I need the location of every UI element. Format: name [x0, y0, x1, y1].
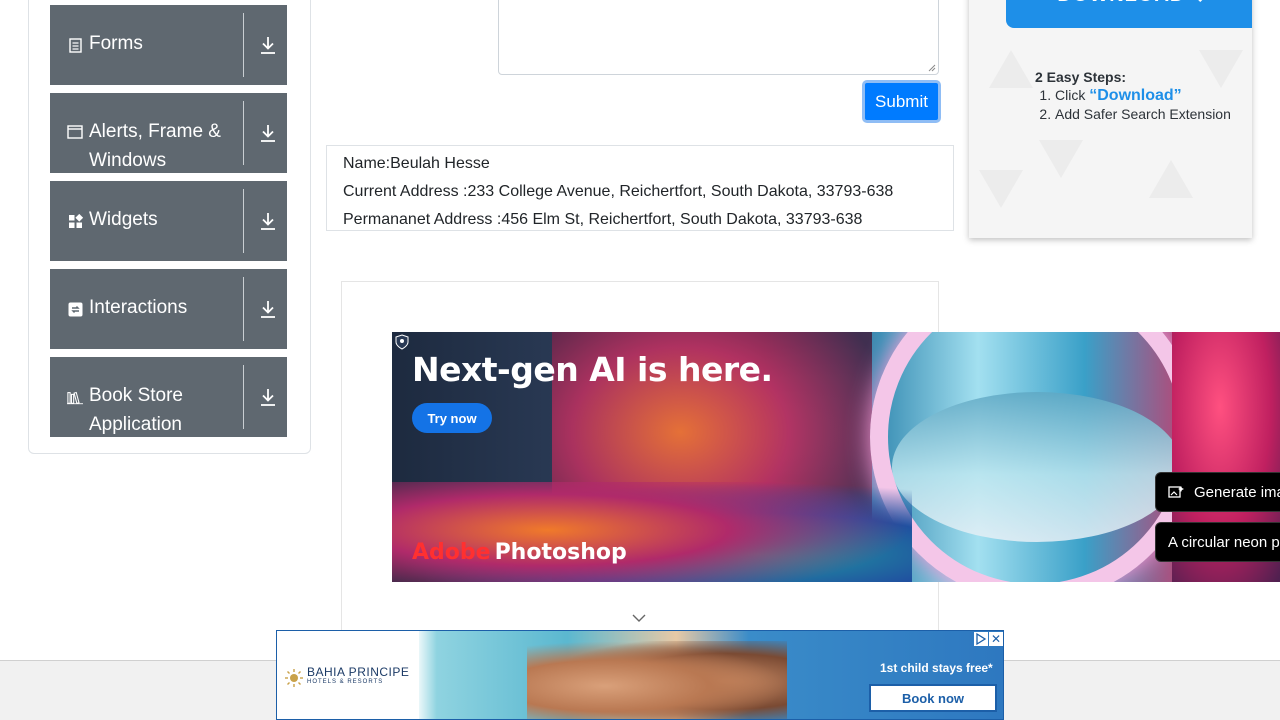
- sidebar-group-forms[interactable]: Forms: [50, 5, 287, 85]
- sidebar-group-widgets[interactable]: Widgets: [50, 181, 287, 261]
- bahia-principe-ad[interactable]: BAHIA PRINCIPE HOTELS & RESORTS 1st chil…: [276, 630, 1004, 720]
- step-2: Add Safer Search Extension: [1055, 105, 1231, 124]
- generate-image-text: Generate ima: [1194, 483, 1280, 501]
- bahia-promo-text: 1st child stays free*: [880, 661, 993, 675]
- download-arrow-icon[interactable]: [259, 299, 279, 321]
- chevron-down-icon[interactable]: [631, 612, 647, 624]
- document-icon: [67, 37, 83, 53]
- permanent-address-textarea[interactable]: [498, 0, 939, 75]
- download-button[interactable]: DOWNLOAD ⇩: [1006, 0, 1252, 28]
- adchoices-shield-icon[interactable]: [395, 334, 409, 350]
- sidebar-group-label: Widgets: [89, 209, 158, 230]
- step-1-text: Click: [1055, 87, 1090, 103]
- output-name: Name:Beulah Hesse: [343, 155, 490, 172]
- sidebar-group-label: Interactions: [89, 297, 188, 318]
- photoshop-ad-banner[interactable]: Next-gen AI is here. Try now Adobe Photos…: [392, 332, 1280, 582]
- download-arrow-icon[interactable]: [259, 123, 279, 145]
- bahia-sun-logo-icon: [285, 669, 303, 687]
- download-ad[interactable]: DOWNLOAD ⇩ 2 Easy Steps: Click “Download…: [969, 0, 1252, 238]
- ad-headline: Next-gen AI is here.: [412, 350, 773, 389]
- generate-image-icon: [1168, 486, 1184, 498]
- sidebar-group-label: Alerts, Frame & Windows: [89, 121, 221, 171]
- adobe-wordmark: Adobe: [412, 540, 491, 565]
- divider: [243, 365, 244, 429]
- window-icon: [67, 124, 83, 140]
- adchoices-icon[interactable]: [974, 632, 988, 646]
- output-permanent-address: Permananet Address :456 Elm St, Reichert…: [343, 211, 863, 228]
- divider: [243, 13, 244, 77]
- output-current-address: Current Address :233 College Avenue, Rei…: [343, 183, 894, 200]
- generate-image-pill[interactable]: Generate ima: [1155, 472, 1280, 512]
- adobe-photoshop-logo: Adobe Photoshop: [412, 540, 627, 565]
- ad-image-ring: [870, 332, 1200, 582]
- prompt-text: A circular neon p: [1168, 533, 1280, 551]
- ad-image-couple: [527, 641, 787, 719]
- step-1-download-link[interactable]: “Download”: [1089, 87, 1181, 104]
- divider: [243, 101, 244, 165]
- divider: [243, 277, 244, 341]
- books-icon: [67, 389, 83, 405]
- sidebar-group-label: Forms: [89, 33, 143, 54]
- divider: [243, 189, 244, 253]
- bahia-logo-text: BAHIA PRINCIPE HOTELS & RESORTS: [307, 665, 410, 687]
- bahia-logo-line1: BAHIA PRINCIPE: [307, 665, 410, 679]
- sidebar-group-alerts-frame-windows[interactable]: Alerts, Frame & Windows: [50, 93, 287, 173]
- sidebar-group-interactions[interactable]: Interactions: [50, 269, 287, 349]
- download-arrow-icon[interactable]: [259, 35, 279, 57]
- interactions-icon: [67, 301, 83, 317]
- download-arrow-icon[interactable]: [259, 387, 279, 409]
- submit-button[interactable]: Submit: [862, 80, 941, 123]
- ad-image-reef: [392, 482, 912, 582]
- sidebar-group-label: Book Store Application: [89, 385, 183, 435]
- photoshop-wordmark: Photoshop: [494, 540, 627, 565]
- steps-title: 2 Easy Steps:: [1035, 69, 1127, 85]
- step-1: Click “Download”: [1055, 86, 1231, 105]
- book-now-button[interactable]: Book now: [869, 684, 997, 712]
- download-steps: 2 Easy Steps: Click “Download” Add Safer…: [1035, 68, 1231, 124]
- resize-grip-icon[interactable]: [928, 64, 936, 72]
- download-arrow-icon[interactable]: [259, 211, 279, 233]
- close-ad-icon[interactable]: ✕: [989, 632, 1003, 646]
- sidebar-group-book-store-application[interactable]: Book Store Application: [50, 357, 287, 437]
- prompt-pill[interactable]: A circular neon p: [1155, 522, 1280, 562]
- try-now-button[interactable]: Try now: [412, 403, 492, 433]
- output-box: Name:Beulah Hesse Current Address :233 C…: [326, 145, 954, 231]
- widgets-icon: [67, 213, 83, 229]
